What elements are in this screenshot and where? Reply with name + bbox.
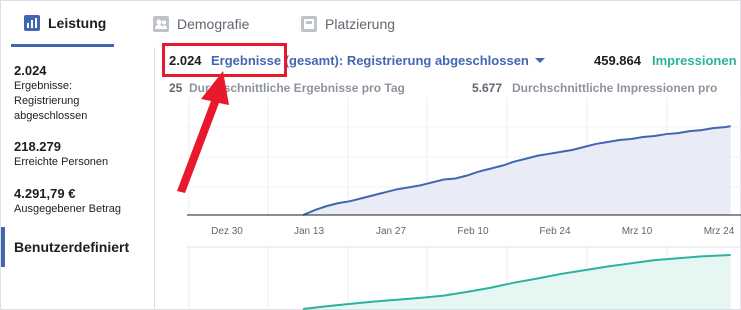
x-tick-label: Mrz 10 <box>622 226 653 237</box>
stat-value: 218.279 <box>14 139 61 154</box>
tab-label: Platzierung <box>325 16 396 32</box>
tab-leistung[interactable]: Leistung <box>11 1 114 47</box>
stat-label: Ergebnisse: Registrierung abgeschlossen <box>14 80 88 122</box>
x-tick-label: Feb 24 <box>539 226 571 237</box>
impressions-value: 459.864 <box>594 53 641 68</box>
x-tick-label: Feb 10 <box>457 226 489 237</box>
results-area <box>303 126 731 215</box>
people-icon <box>153 16 169 32</box>
stat-spend: 4.291,79 € Ausgegebener Betrag <box>14 186 144 217</box>
stat-reach: 218.279 Erreichte Personen <box>14 139 144 170</box>
x-tick-label: Jan 27 <box>376 226 406 237</box>
avg-results-label: Durchschnittliche Ergebnisse pro Tag <box>189 81 405 95</box>
x-tick-label: Dez 30 <box>211 226 243 237</box>
insights-panel: Leistung Demografie Platzierung 2.024 Er… <box>0 0 741 310</box>
custom-view-button[interactable]: Benutzerdefiniert <box>1 227 155 267</box>
tab-platzierung[interactable]: Platzierung <box>301 1 395 47</box>
caret-down-icon <box>534 58 545 63</box>
results-chart: Dez 30 Jan 13 Jan 27 Feb 10 Feb 24 Mrz 10 Mrz … <box>187 97 741 310</box>
x-tick-label: Jan 13 <box>294 226 324 237</box>
tab-demografie[interactable]: Demografie <box>153 1 249 47</box>
avg-results-value: 25 <box>169 81 183 95</box>
placement-icon <box>301 16 317 32</box>
avg-impressions-label: Durchschnittliche Impressionen pro <box>512 81 718 95</box>
stat-results: 2.024 Ergebnisse: Registrierung abgeschl… <box>14 63 104 124</box>
averages-row: 25 Durchschnittliche Ergebnisse pro Tag … <box>169 81 741 97</box>
impressions-metric-label[interactable]: Impressionen <box>652 53 737 68</box>
summary-sidebar: 2.024 Ergebnisse: Registrierung abgeschl… <box>1 47 155 310</box>
stat-value: 4.291,79 € <box>14 186 76 201</box>
tab-bar: Leistung Demografie Platzierung <box>1 1 741 47</box>
chart-canvas: Dez 30 Jan 13 Jan 27 Feb 10 Feb 24 Mrz 10 Mrz … <box>187 97 741 310</box>
bar-chart-icon <box>24 14 40 31</box>
tab-label: Leistung <box>48 14 107 31</box>
tab-label: Demografie <box>177 16 250 32</box>
avg-impressions-value: 5.677 <box>472 81 503 95</box>
highlight-box <box>162 43 287 77</box>
stat-value: 2.024 <box>14 63 47 78</box>
x-tick-label: Mrz 24 <box>704 226 735 237</box>
stat-label: Ausgegebener Betrag <box>14 203 122 215</box>
stat-label: Erreichte Personen <box>14 156 109 168</box>
